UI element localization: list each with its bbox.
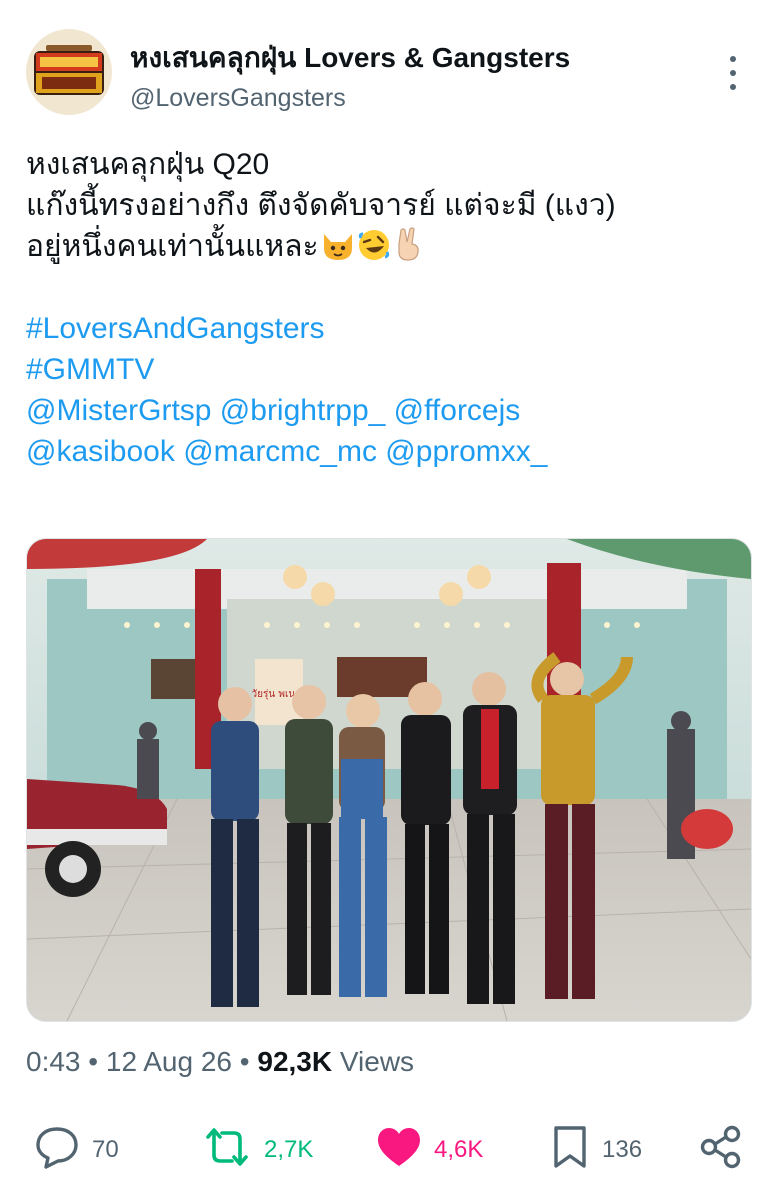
more-options-icon[interactable] <box>722 56 744 90</box>
author-display-name[interactable]: หงเสนคลุกฝุ่น Lovers & Gangsters <box>130 36 570 80</box>
bookmark-count: 136 <box>602 1136 643 1163</box>
tweet-time[interactable]: 0:43 <box>26 1046 81 1077</box>
victory-hand-icon <box>393 226 423 273</box>
action-bar: 70 2,7K 4,6K 136 <box>0 1118 774 1182</box>
views-count: 92,3K <box>257 1046 333 1077</box>
like-count: 4,6K <box>434 1136 484 1163</box>
meta-separator-1: • <box>88 1046 99 1077</box>
tweet-line-1: หงเสนคลุกฝุ่น Q20 <box>26 148 270 181</box>
share-icon <box>698 1124 744 1177</box>
repost-count: 2,7K <box>264 1136 314 1163</box>
cat-face-icon <box>321 230 355 273</box>
reply-count: 70 <box>92 1136 119 1163</box>
tweet-line-3: อยู่หนึ่งคนเท่านั้นแหละ <box>26 226 756 267</box>
like-button[interactable]: 4,6K <box>376 1126 484 1175</box>
mentions-line-1[interactable]: @MisterGrtsp @brightrpp_ @fforcejs <box>26 390 756 431</box>
mentions-line-2[interactable]: @kasibook @marcmc_mc @ppromxx_ <box>26 431 756 472</box>
tweet-line-3-text: อยู่หนึ่งคนเท่านั้นแหละ <box>26 230 319 263</box>
tweet-meta: 0:43 • 12 Aug 26 • 92,3K Views <box>26 1046 414 1078</box>
heart-icon <box>376 1126 422 1175</box>
tweet-text: หงเสนคลุกฝุ่น Q20 แก๊งนี้ทรงอย่างกึง ตึง… <box>26 144 756 472</box>
bookmark-icon <box>552 1124 588 1177</box>
reply-button[interactable]: 70 <box>34 1126 119 1172</box>
hashtag-loversandgangsters[interactable]: #LoversAndGangsters <box>26 308 756 349</box>
group-photo-illustration: วัยรุ่น พเนจร <box>27 539 751 1021</box>
meta-separator-2: • <box>239 1046 250 1077</box>
avatar[interactable] <box>26 29 112 115</box>
author-handle[interactable]: @LoversGangsters <box>130 84 346 113</box>
reply-icon <box>34 1125 80 1176</box>
hashtag-gmmtv[interactable]: #GMMTV <box>26 349 756 390</box>
tweet-line-2: แก๊งนี้ทรงอย่างกึง ตึงจัดคับจารย์ แต่จะม… <box>26 189 616 222</box>
views-label: Views <box>339 1046 415 1077</box>
rolling-laughing-icon <box>357 228 391 273</box>
tweet-photo[interactable]: วัยรุ่น พเนจร <box>26 538 752 1022</box>
repost-button[interactable]: 2,7K <box>202 1127 314 1172</box>
share-button[interactable] <box>698 1125 744 1172</box>
avatar-logo <box>26 29 112 115</box>
bookmark-button[interactable]: 136 <box>552 1125 643 1172</box>
repost-icon <box>202 1125 252 1176</box>
tweet-date[interactable]: 12 Aug 26 <box>106 1046 232 1077</box>
